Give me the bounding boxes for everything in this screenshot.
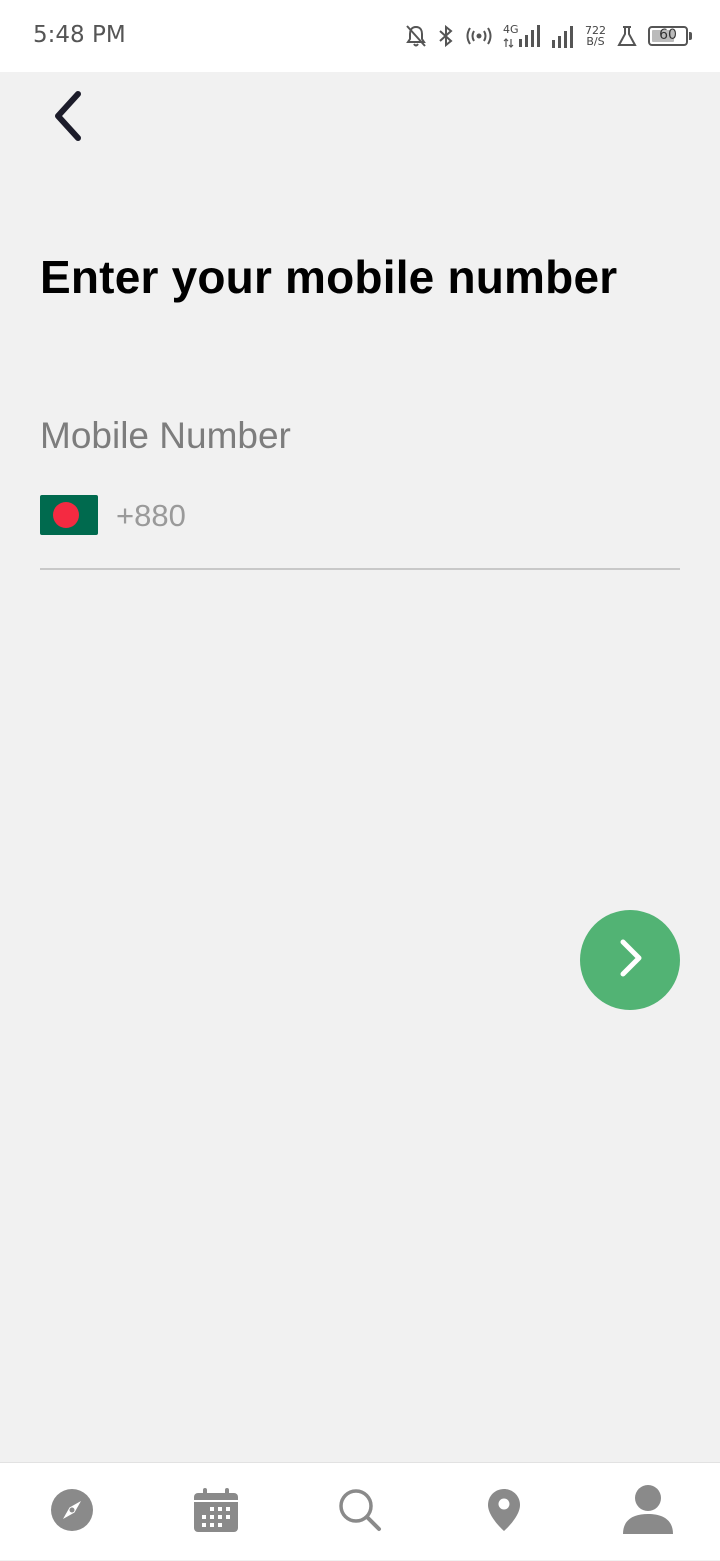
calendar-icon [193,1487,239,1538]
next-button[interactable] [580,910,680,1010]
status-time: 5:48 PM [33,22,126,48]
net-speed-unit: B/S [586,35,605,48]
net-speed: 722 B/S [585,25,606,47]
status-bar: 5:48 PM 4G 722 B/S 60 [0,0,720,72]
nav-item-profile[interactable] [598,1463,698,1561]
search-icon [338,1488,382,1537]
location-pin-icon [487,1488,521,1537]
back-button[interactable] [40,86,96,150]
signal-4g-icon: 4G [503,23,541,49]
mobile-number-label: Mobile Number [40,415,291,456]
hotspot-icon [465,25,493,47]
phone-input-row [40,492,680,570]
page-title: Enter your mobile number [40,251,618,303]
compass-icon [50,1488,94,1537]
bangladesh-flag-icon [53,502,79,528]
nav-item-location[interactable] [454,1463,554,1561]
mobile-number-input[interactable] [116,492,676,540]
chevron-left-icon [50,88,86,149]
status-icons: 4G 722 B/S 60 [405,20,692,52]
bottom-nav [0,1462,720,1560]
battery-icon: 60 [648,26,692,46]
chevron-right-icon [615,936,645,985]
nav-item-search[interactable] [310,1463,410,1561]
battery-level: 60 [659,27,677,43]
svg-text:4G: 4G [503,23,519,36]
signal-icon [551,24,575,48]
nav-item-calendar[interactable] [166,1463,266,1561]
user-icon [622,1484,674,1541]
bell-off-icon [405,24,427,48]
lab-icon [616,24,638,48]
bluetooth-icon [437,24,455,48]
nav-item-explore[interactable] [22,1463,122,1561]
country-flag-selector[interactable] [40,495,98,535]
